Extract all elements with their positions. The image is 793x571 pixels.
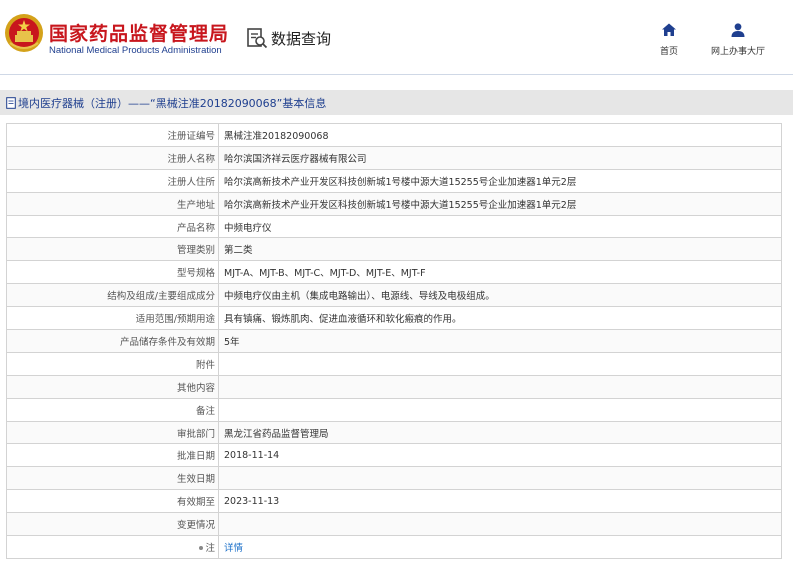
field-value <box>218 374 782 399</box>
field-value: 2018-11-14 <box>218 443 782 468</box>
table-row: 审批部门 黑龙江省药品监督管理局 <box>6 420 782 445</box>
nav-home-label: 首页 <box>660 47 679 57</box>
table-row: 备注 <box>6 397 782 422</box>
table-row: 结构及组成/主要组成成分 中频电疗仪由主机（集成电路输出）、电源线、导线及电极组成… <box>6 283 782 308</box>
field-label: 管理类别 <box>6 237 219 262</box>
field-value <box>218 397 782 422</box>
field-label: 型号规格 <box>6 260 219 285</box>
site-subtitle: National Medical Products Administration <box>49 45 222 56</box>
field-label: 产品储存条件及有效期 <box>6 329 219 353</box>
field-value: 中频电疗仪 <box>218 214 782 239</box>
field-label: 附件 <box>6 351 219 376</box>
breadcrumb-text: 境内医疗器械（注册）——“黑械注准20182090068”基本信息 <box>18 96 327 110</box>
field-label: 产品名称 <box>6 214 219 239</box>
table-row: 注册人名称 哈尔滨国济祥云医疗器械有限公司 <box>6 145 782 170</box>
field-label: 注册人住所 <box>6 168 219 193</box>
table-row: 适用范围/预期用途 具有镇痛、锻炼肌肉、促进血液循环和软化瘢痕的作用。 <box>6 306 782 331</box>
data-query-label: 数据查询 <box>271 29 332 48</box>
field-value: 黑械注准20182090068 <box>218 123 782 147</box>
field-value: 2023-11-13 <box>218 489 782 514</box>
data-query-button[interactable]: 数据查询 <box>246 26 331 50</box>
field-label: 审批部门 <box>6 420 219 445</box>
field-label: 注 <box>205 542 215 554</box>
table-row: 生产地址 哈尔滨高新技术产业开发区科技创新城1号楼中源大道15255号企业加速器1… <box>6 191 782 216</box>
field-value <box>218 512 782 537</box>
field-value: 5年 <box>218 329 782 353</box>
field-value: 中频电疗仪由主机（集成电路输出）、电源线、导线及电极组成。 <box>218 283 782 308</box>
nav-online-service-hall[interactable]: 网上办事大厅 <box>711 22 765 57</box>
field-label: 适用范围/预期用途 <box>6 306 219 331</box>
site-header: 国家药品监督管理局 National Medical Products Admi… <box>0 0 793 74</box>
field-value <box>218 466 782 491</box>
field-label: 结构及组成/主要组成成分 <box>6 283 219 308</box>
field-value: 哈尔滨高新技术产业开发区科技创新城1号楼中源大道15255号企业加速器1单元2层 <box>218 191 782 216</box>
field-value: MJT-A、MJT-B、MJT-C、MJT-D、MJT-E、MJT-F <box>218 260 782 285</box>
field-label: 注册人名称 <box>6 145 219 170</box>
table-row: 产品储存条件及有效期 5年 <box>6 329 782 353</box>
table-row: 变更情况 <box>6 512 782 537</box>
note-bullet-icon <box>199 546 204 551</box>
nav-home[interactable]: 首页 <box>660 22 678 57</box>
home-icon <box>662 23 676 36</box>
field-value <box>218 351 782 376</box>
table-row: 有效期至 2023-11-13 <box>6 489 782 514</box>
details-link[interactable]: 详情 <box>224 543 243 554</box>
data-query-icon <box>247 28 268 49</box>
field-value: 哈尔滨高新技术产业开发区科技创新城1号楼中源大道15255号企业加速器1单元2层 <box>218 168 782 193</box>
field-value: 哈尔滨国济祥云医疗器械有限公司 <box>218 145 782 170</box>
table-row: 注 详情 <box>6 535 782 559</box>
note-value-cell: 详情 <box>218 535 782 559</box>
field-value: 黑龙江省药品监督管理局 <box>218 420 782 445</box>
field-value: 具有镇痛、锻炼肌肉、促进血液循环和软化瘢痕的作用。 <box>218 306 782 331</box>
field-label: 其他内容 <box>6 374 219 399</box>
site-title[interactable]: 国家药品监督管理局 <box>49 19 229 46</box>
national-emblem-icon <box>5 14 43 52</box>
table-row: 型号规格 MJT-A、MJT-B、MJT-C、MJT-D、MJT-E、MJT-F <box>6 260 782 285</box>
registration-info-table: 注册证编号 黑械注准20182090068 注册人名称 哈尔滨国济祥云医疗器械有限公… <box>6 123 782 559</box>
field-label: 注册证编号 <box>6 123 219 147</box>
table-row: 产品名称 中频电疗仪 <box>6 214 782 239</box>
note-label-cell: 注 <box>6 535 219 559</box>
user-icon <box>731 23 745 37</box>
document-icon <box>6 96 16 109</box>
field-label: 备注 <box>6 397 219 422</box>
table-row: 批准日期 2018-11-14 <box>6 443 782 468</box>
field-label: 有效期至 <box>6 489 219 514</box>
field-label: 生效日期 <box>6 466 219 491</box>
field-value: 第二类 <box>218 237 782 262</box>
table-row: 其他内容 <box>6 374 782 399</box>
header-divider <box>0 74 793 75</box>
table-row: 管理类别 第二类 <box>6 237 782 262</box>
field-label: 变更情况 <box>6 512 219 537</box>
nav-online-service-hall-label: 网上办事大厅 <box>711 47 766 57</box>
breadcrumb: 境内医疗器械（注册）——“黑械注准20182090068”基本信息 <box>0 90 793 115</box>
table-row: 注册人住所 哈尔滨高新技术产业开发区科技创新城1号楼中源大道15255号企业加速器… <box>6 168 782 193</box>
table-row: 附件 <box>6 351 782 376</box>
field-label: 批准日期 <box>6 443 219 468</box>
table-row: 生效日期 <box>6 466 782 491</box>
field-label: 生产地址 <box>6 191 219 216</box>
table-row: 注册证编号 黑械注准20182090068 <box>6 123 782 147</box>
